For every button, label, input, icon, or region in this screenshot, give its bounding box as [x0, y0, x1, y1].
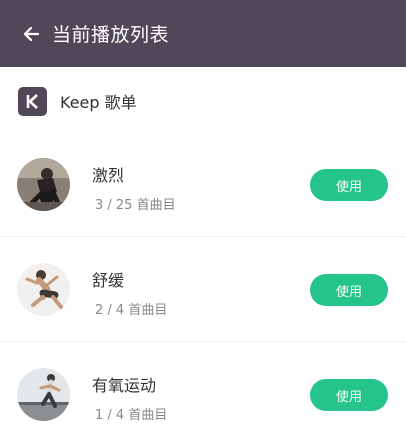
use-button[interactable]: 使用: [310, 379, 388, 411]
playlist-title: 有氧运动: [92, 376, 157, 395]
list-item[interactable]: 有氧运动 1 / 4 首曲目 使用: [0, 342, 406, 446]
track-count: 3 / 25 首曲目: [95, 198, 176, 213]
track-count: 1 / 4 首曲目: [95, 408, 168, 423]
page-title: 当前播放列表: [52, 24, 170, 46]
playlist-title: 舒缓: [92, 271, 125, 290]
app-header: 当前播放列表: [0, 0, 406, 67]
playlist-cover-image: [17, 263, 70, 316]
list-item[interactable]: 激烈 3 / 25 首曲目 使用: [0, 132, 406, 237]
playlist-cover-image: [17, 368, 70, 421]
playlist-source: Keep 歌单: [0, 82, 406, 120]
playlist-title: 激烈: [92, 166, 125, 185]
track-count: 2 / 4 首曲目: [95, 303, 168, 318]
playlist-cover-image: [17, 158, 70, 211]
playlist-list: 激烈 3 / 25 首曲目 使用 舒缓 2 / 4 首曲目 使用 有氧运动 1 …: [0, 132, 406, 446]
arrow-left-icon[interactable]: [22, 25, 40, 43]
source-label: Keep 歌单: [60, 93, 137, 112]
keep-logo-icon: [18, 86, 47, 116]
list-item[interactable]: 舒缓 2 / 4 首曲目 使用: [0, 237, 406, 342]
use-button[interactable]: 使用: [310, 274, 388, 306]
use-button[interactable]: 使用: [310, 169, 388, 201]
